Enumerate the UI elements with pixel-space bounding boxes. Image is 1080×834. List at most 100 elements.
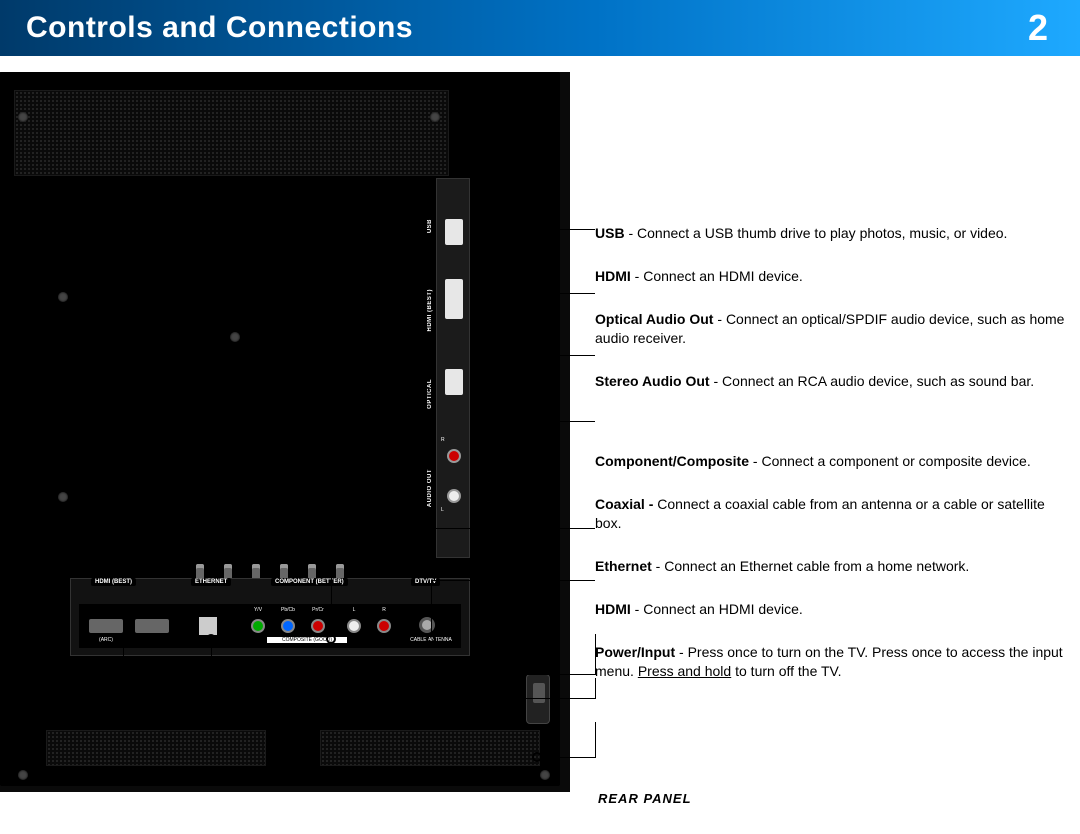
leader-dot [482, 288, 492, 298]
rca-blue-icon [281, 619, 295, 633]
desc-coax-name: Coaxial [595, 496, 645, 512]
rear-panel-label: REAR PANEL [598, 791, 692, 806]
desc-optical: Optical Audio Out - Connect an optical/S… [595, 310, 1065, 348]
desc-power-underline: Press and hold [638, 663, 731, 679]
desc-usb-text: Connect a USB thumb drive to play photos… [637, 225, 1007, 241]
screw-icon [230, 332, 240, 342]
side-port-strip: USB HDMI (BEST) OPTICAL AUDIO OUT R L [436, 178, 470, 558]
leader-line [492, 229, 595, 230]
desc-ethernet-text: Connect an Ethernet cable from a home ne… [664, 558, 969, 574]
sep: - [713, 311, 725, 327]
desc-hdmi2-name: HDMI [595, 601, 631, 617]
leader-line [331, 528, 332, 634]
desc-component-name: Component/Composite [595, 453, 749, 469]
rca-r-label: R [441, 437, 445, 443]
desc-usb: USB - Connect a USB thumb drive to play … [595, 224, 1065, 243]
leader-line [595, 722, 596, 758]
desc-power: Power/Input - Press once to turn on the … [595, 643, 1065, 681]
desc-ethernet: Ethernet - Connect an Ethernet cable fro… [595, 557, 1065, 576]
leader-line [431, 580, 595, 581]
leader-dot [482, 224, 492, 234]
chapter-title: Controls and Connections [26, 11, 413, 45]
sep: - [631, 268, 643, 284]
leader-line [211, 638, 212, 674]
leader-line [211, 674, 595, 675]
desc-usb-name: USB [595, 225, 625, 241]
desc-power-name: Power/Input [595, 644, 675, 660]
bottom-port-strip: HDMI (BEST) ETHERNET COMPONENT (BETTER) … [70, 578, 470, 656]
port-label-hdmi: HDMI (BEST) [427, 289, 433, 332]
rca-green-icon [251, 619, 265, 633]
leader-dot [532, 752, 542, 762]
leader-line [431, 580, 432, 634]
power-switch-icon [526, 674, 550, 724]
yv-label: Y/V [247, 607, 269, 613]
group-label-hdmi: HDMI (BEST) [91, 578, 136, 586]
rca-l-label: L [441, 507, 444, 513]
group-label-ethernet: ETHERNET [191, 578, 231, 586]
leader-dot [326, 634, 336, 644]
rca-red-icon [311, 619, 325, 633]
desc-hdmi2-text: Connect an HDMI device. [643, 601, 803, 617]
group-label-component: COMPONENT (BETTER) [271, 578, 348, 586]
vent-grille [320, 730, 540, 766]
port-label-audioout: AUDIO OUT [427, 469, 433, 507]
screw-icon [18, 770, 28, 780]
desc-hdmi-name: HDMI [595, 268, 631, 284]
sep: - [652, 558, 664, 574]
pbcb-label: Pb/Cb [275, 607, 301, 613]
chapter-header: Controls and Connections 2 [0, 0, 1080, 56]
port-label-usb: USB [427, 219, 433, 233]
desc-component: Component/Composite - Connect a componen… [595, 452, 1065, 471]
leader-dot [426, 634, 436, 644]
desc-optical-name: Optical Audio Out [595, 311, 713, 327]
desc-stereo: Stereo Audio Out - Connect an RCA audio … [595, 372, 1065, 391]
hdmi-port-icon [135, 619, 169, 633]
vent-grille [46, 730, 266, 766]
desc-ethernet-name: Ethernet [595, 558, 652, 574]
leader-dot [482, 416, 492, 426]
r-label: R [377, 607, 391, 613]
prcr-label: Pr/Cr [305, 607, 331, 613]
rear-panel-diagram: USB HDMI (BEST) OPTICAL AUDIO OUT R L HD… [0, 72, 570, 792]
optical-port-icon [445, 369, 463, 395]
desc-coax-text: Connect a coaxial cable from an antenna … [595, 496, 1045, 531]
usb-port-icon [445, 219, 463, 245]
coax-port-icon [419, 617, 435, 633]
desc-hdmi-bottom: HDMI - Connect an HDMI device. [595, 600, 1065, 619]
rca-white-icon [447, 489, 461, 503]
leader-line [492, 421, 595, 422]
rca-red-icon [377, 619, 391, 633]
leader-dot [482, 350, 492, 360]
sep: - [710, 373, 722, 389]
leader-line [123, 638, 124, 698]
desc-power-text-b: to turn off the TV. [731, 663, 841, 679]
desc-stereo-name: Stereo Audio Out [595, 373, 710, 389]
sep: - [749, 453, 761, 469]
sep: - [625, 225, 637, 241]
desc-coax: Coaxial - Connect a coaxial cable from a… [595, 495, 1065, 533]
rca-red-icon [447, 449, 461, 463]
l-label: L [347, 607, 361, 613]
leader-line [492, 355, 595, 356]
screw-icon [18, 112, 28, 122]
hdmi-port-icon [89, 619, 123, 633]
ethernet-port-icon [199, 617, 217, 635]
hdmi-port-icon [445, 279, 463, 319]
page-number: 7 [538, 812, 545, 826]
screw-icon [58, 292, 68, 302]
screw-icon [540, 770, 550, 780]
screw-icon [430, 112, 440, 122]
sep: - [631, 601, 643, 617]
vent-grille [14, 90, 449, 176]
rca-white-icon [347, 619, 361, 633]
desc-stereo-text: Connect an RCA audio device, such as sou… [722, 373, 1034, 389]
leader-line [331, 528, 595, 529]
screw-icon [58, 492, 68, 502]
sep: - [675, 644, 687, 660]
sep: - [645, 496, 657, 512]
leader-line [123, 698, 595, 699]
tv-bezel [0, 72, 560, 786]
leader-line [542, 757, 595, 758]
desc-component-text: Connect a component or composite device. [761, 453, 1030, 469]
